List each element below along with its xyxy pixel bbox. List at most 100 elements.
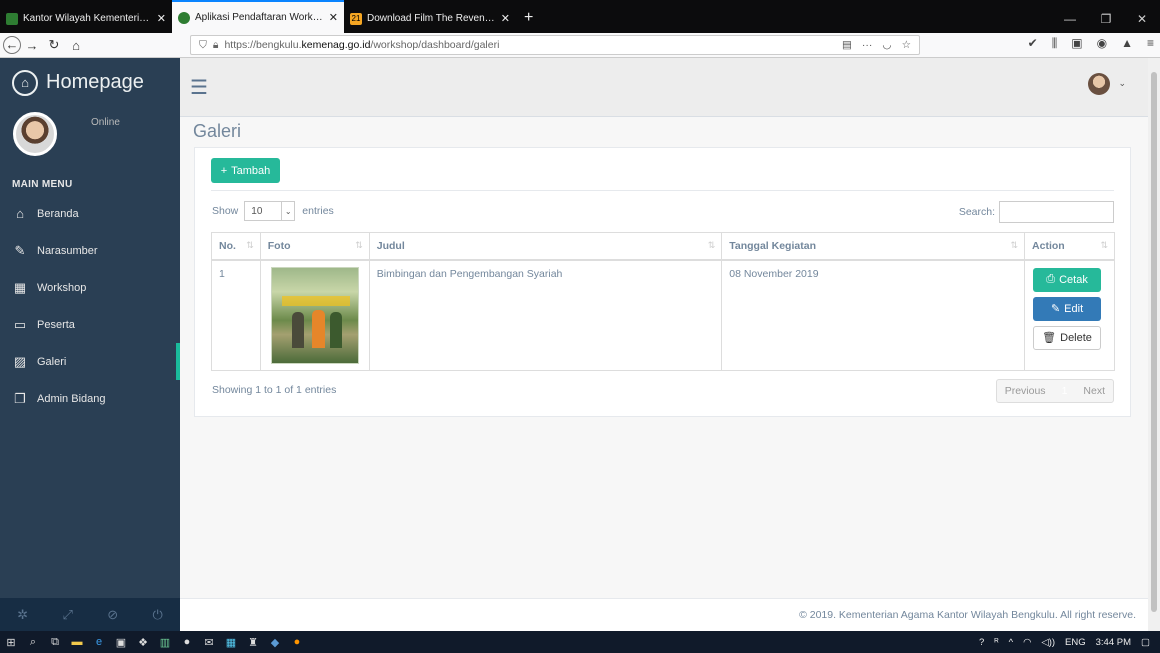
store-icon[interactable]: ▣: [110, 636, 132, 649]
brand-title: Homepage: [46, 71, 144, 93]
chevron-up-icon[interactable]: ^: [1009, 637, 1013, 648]
pencil-icon: ✎: [1050, 303, 1061, 315]
sidebar: ⌂ Homepage Online MAIN MENU ⌂ Beranda ✎ Na…: [0, 58, 180, 631]
sidebar-item-label: Narasumber: [37, 244, 98, 257]
entries-select[interactable]: 10 ⌄: [244, 201, 296, 221]
sidebar-toggle-icon[interactable]: ▣: [1071, 36, 1082, 51]
mail-icon[interactable]: ✉: [198, 636, 220, 649]
eye-slash-icon[interactable]: ⊘: [107, 607, 118, 623]
new-tab-button[interactable]: +: [516, 4, 541, 33]
previous-button[interactable]: Previous: [997, 380, 1054, 402]
avatar: [13, 112, 57, 156]
column-header-foto[interactable]: Foto ⇅: [259, 232, 370, 261]
pocket-icon[interactable]: ◡: [882, 39, 891, 51]
add-button[interactable]: + Tambah: [211, 158, 280, 183]
reader-view-icon[interactable]: ▤: [842, 39, 852, 51]
addon-icon[interactable]: ▲: [1121, 36, 1133, 51]
scrollbar[interactable]: [1148, 58, 1160, 631]
sidebar-item-label: Galeri: [37, 355, 67, 368]
tab-title: Aplikasi Pendaftaran Workshop: [195, 12, 324, 23]
sidebar-item-admin-bidang[interactable]: ❐ Admin Bidang: [0, 380, 180, 417]
url-bar[interactable]: ⛉ 🔒︎ https://bengkulu.kemenag.go.id/work…: [190, 35, 920, 55]
volume-icon[interactable]: ◁)): [1041, 637, 1055, 648]
app-icon[interactable]: ♜: [242, 636, 264, 649]
reload-icon[interactable]: ↻: [43, 37, 65, 53]
sidebar-item-peserta[interactable]: ▭ Peserta: [0, 306, 180, 343]
task-view-icon[interactable]: ⧉: [44, 636, 66, 649]
library-icon[interactable]: ⫼: [1052, 36, 1058, 51]
settings-icon[interactable]: ✲: [17, 607, 28, 623]
home-icon: ⌂: [12, 69, 38, 96]
app-icon[interactable]: ▥: [154, 636, 176, 649]
file-explorer-icon[interactable]: ▬: [66, 636, 88, 648]
edit-icon: ✎: [14, 242, 26, 258]
menu-heading: MAIN MENU: [12, 179, 73, 190]
next-button[interactable]: Next: [1075, 380, 1113, 402]
user-avatar[interactable]: [1088, 73, 1110, 95]
shield-icon[interactable]: ⛉: [199, 39, 207, 52]
app-icon[interactable]: ▦: [220, 636, 242, 649]
browser-tab[interactable]: 21 Download Film The Revenant ✕: [344, 4, 516, 33]
bookmark-star-icon[interactable]: ☆: [902, 39, 911, 51]
search-icon[interactable]: ⌕: [22, 636, 44, 649]
notification-icon[interactable]: ▢: [1141, 637, 1150, 648]
close-tab-icon[interactable]: ✕: [501, 12, 510, 25]
delete-button[interactable]: 🗑︎ Delete: [1033, 325, 1102, 350]
desktop-icon: ▭: [13, 316, 27, 332]
brand[interactable]: ⌂ Homepage: [0, 58, 180, 107]
app-icon[interactable]: ●: [176, 636, 198, 648]
page-1-button[interactable]: 1: [1053, 380, 1076, 402]
people-icon[interactable]: ᴿ: [994, 637, 998, 648]
favicon-icon: [178, 11, 190, 24]
sidebar-item-galeri[interactable]: ▨ Galeri: [0, 343, 180, 380]
wifi-icon[interactable]: ◠: [1023, 637, 1031, 648]
close-tab-icon[interactable]: ✕: [157, 12, 166, 25]
column-header-no[interactable]: No. ⇅: [211, 232, 261, 261]
fullscreen-icon[interactable]: ⤢: [62, 607, 72, 623]
restore-icon[interactable]: ❐: [1088, 12, 1124, 26]
search-input[interactable]: [999, 201, 1114, 223]
column-header-tanggal[interactable]: Tanggal Kegiatan ⇅: [721, 232, 1026, 261]
entries-length: Show 10 ⌄ entries: [212, 201, 334, 221]
more-actions-icon[interactable]: ···: [862, 39, 873, 51]
search-label: Search:: [958, 206, 995, 218]
clock[interactable]: 3:44 PM: [1096, 637, 1131, 648]
logout-icon[interactable]: ⏻: [152, 607, 162, 623]
gallery-thumbnail[interactable]: [270, 266, 359, 364]
home-icon[interactable]: ⌂: [65, 38, 87, 53]
browser-tab-active[interactable]: Aplikasi Pendaftaran Workshop ✕: [172, 0, 344, 33]
edit-button[interactable]: ✎ Edit: [1033, 296, 1102, 321]
edge-icon[interactable]: e: [88, 636, 110, 648]
home-icon: ⌂: [16, 206, 24, 221]
firefox-icon[interactable]: ●: [286, 636, 308, 648]
forward-icon[interactable]: →: [21, 38, 43, 53]
menu-icon[interactable]: ≡: [1147, 36, 1154, 51]
help-icon[interactable]: ?: [979, 637, 984, 648]
sidebar-item-beranda[interactable]: ⌂ Beranda: [0, 195, 180, 232]
minimize-icon[interactable]: —: [1052, 12, 1088, 26]
close-tab-icon[interactable]: ✕: [329, 11, 338, 24]
chevron-down-icon[interactable]: ⌄: [1118, 78, 1126, 89]
tab-title: Kantor Wilayah Kementerian Agam: [23, 13, 152, 24]
column-header-action[interactable]: Action ⇅: [1024, 232, 1115, 261]
app-icon[interactable]: ◆: [264, 636, 286, 649]
page-title: Galeri: [193, 121, 242, 141]
divider: [211, 190, 1114, 191]
language-indicator[interactable]: ENG: [1065, 637, 1086, 648]
sidebar-item-narasumber[interactable]: ✎ Narasumber: [0, 232, 180, 269]
print-button[interactable]: ⎙ Cetak: [1033, 267, 1102, 292]
sidebar-footer: ✲ ⤢ ⊘ ⏻: [0, 598, 180, 631]
favicon-icon: [6, 12, 18, 25]
cell-tanggal: 08 November 2019: [721, 259, 1026, 371]
sidebar-item-workshop[interactable]: ▦ Workshop: [0, 269, 180, 306]
menu-toggle-icon[interactable]: ☰: [190, 75, 208, 100]
back-icon[interactable]: ←: [3, 36, 21, 54]
column-header-judul[interactable]: Judul ⇅: [368, 232, 723, 261]
sort-icon: ⇅: [707, 240, 716, 250]
extension-icon[interactable]: ✔: [1028, 36, 1038, 51]
windows-start-icon[interactable]: ⊞: [0, 636, 22, 649]
close-window-icon[interactable]: ✕: [1124, 12, 1160, 26]
account-icon[interactable]: ◉: [1097, 36, 1107, 51]
app-icon[interactable]: ❖: [132, 636, 154, 649]
browser-tab[interactable]: Kantor Wilayah Kementerian Agam ✕: [0, 4, 172, 33]
